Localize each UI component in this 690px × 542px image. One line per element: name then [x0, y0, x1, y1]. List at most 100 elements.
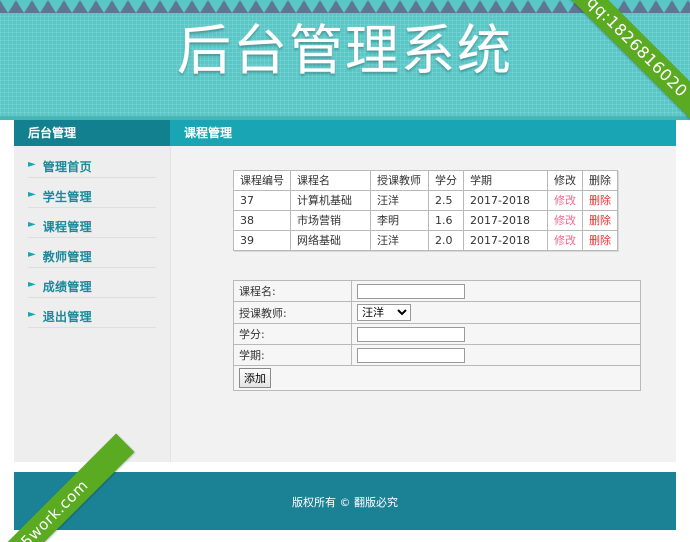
cell-credit: 2.5: [428, 190, 464, 211]
form-row-term: 学期:: [233, 344, 641, 366]
th-course-name: 课程名: [290, 170, 371, 191]
cell-delete: 删除: [582, 190, 618, 211]
cell-term: 2017-2018: [463, 190, 548, 211]
delete-course-link[interactable]: 删除: [589, 214, 611, 227]
sidebar-nav: ► 管理首页 ► 学生管理 ► 课程管理 ► 教师管理 ► 成绩管理 ► 退出管理: [14, 146, 170, 462]
arrow-right-icon: ►: [28, 159, 36, 170]
sawtooth-tooth: [400, 0, 416, 13]
arrow-right-icon: ►: [28, 279, 36, 290]
field-course-name: [351, 280, 641, 302]
sawtooth-tooth: [192, 0, 208, 13]
table-row: 39 网络基础 汪洋 2.0 2017-2018 修改 删除: [233, 230, 618, 251]
sidebar-item-label: 退出管理: [42, 309, 92, 324]
form-row-teacher: 授课教师: 汪洋李明: [233, 301, 641, 324]
label-term: 学期:: [233, 344, 352, 366]
edit-course-link[interactable]: 修改: [554, 234, 576, 247]
arrow-right-icon: ►: [28, 249, 36, 260]
cell-term: 2017-2018: [463, 230, 548, 251]
sawtooth-tooth: [240, 0, 256, 13]
field-credit: [351, 323, 641, 345]
sidebar-item-2[interactable]: ► 学生管理: [28, 184, 156, 208]
th-edit: 修改: [547, 170, 583, 191]
body-wrapper: ► 管理首页 ► 学生管理 ► 课程管理 ► 教师管理 ► 成绩管理 ► 退出管理 课程编号 课程名 …: [0, 146, 690, 462]
sidebar-item-3[interactable]: ► 课程管理: [28, 214, 156, 238]
sawtooth-tooth: [352, 0, 368, 13]
cell-submit: 添加: [233, 365, 641, 391]
delete-course-link[interactable]: 删除: [589, 234, 611, 247]
sidebar-item-label: 学生管理: [42, 189, 92, 204]
sidebar-item-1[interactable]: ► 管理首页: [28, 154, 156, 178]
sawtooth-tooth: [640, 0, 656, 13]
label-credit: 学分:: [233, 323, 352, 345]
sawtooth-tooth: [480, 0, 496, 13]
sidebar-item-5[interactable]: ► 成绩管理: [28, 274, 156, 298]
cell-teacher: 汪洋: [370, 230, 429, 251]
arrow-right-icon: ►: [28, 189, 36, 200]
content-title: 课程管理: [170, 120, 676, 146]
th-course-id: 课程编号: [233, 170, 291, 191]
teacher-select[interactable]: 汪洋李明: [357, 304, 411, 321]
site-header: 后台管理系统: [0, 0, 690, 120]
cell-delete: 删除: [582, 230, 618, 251]
site-footer: 版权所有 © 翻版必究: [14, 472, 676, 530]
sawtooth-tooth: [512, 0, 528, 13]
th-term: 学期: [463, 170, 548, 191]
cell-delete: 删除: [582, 210, 618, 231]
form-row-submit: 添加: [233, 365, 641, 391]
sawtooth-tooth: [64, 0, 80, 13]
sidebar-item-6[interactable]: ► 退出管理: [28, 304, 156, 328]
course-table-head: 课程编号 课程名 授课教师 学分 学期 修改 删除: [233, 170, 618, 191]
sawtooth-tooth: [432, 0, 448, 13]
sawtooth-tooth: [672, 0, 688, 13]
sawtooth-tooth: [144, 0, 160, 13]
sawtooth-tooth: [0, 0, 16, 13]
sawtooth-tooth: [656, 0, 672, 13]
sawtooth-tooth: [336, 0, 352, 13]
add-course-form: 课程名: 授课教师: 汪洋李明 学分:: [233, 280, 641, 391]
page-root: 后台管理系统 qq:1826816020 后台管理 课程管理 ► 管理首页 ► 学生管…: [0, 0, 690, 542]
sidebar-item-label: 管理首页: [42, 159, 92, 174]
sawtooth-tooth: [96, 0, 112, 13]
course-table-body: 37 计算机基础 汪洋 2.5 2017-2018 修改 删除 38 市场营销 李明 1.6 2017…: [233, 190, 618, 251]
th-teacher: 授课教师: [370, 170, 429, 191]
course-name-input[interactable]: [357, 283, 465, 299]
table-row: 37 计算机基础 汪洋 2.5 2017-2018 修改 删除: [233, 190, 618, 211]
cell-term: 2017-2018: [463, 210, 548, 231]
sawtooth-tooth: [272, 0, 288, 13]
cell-credit: 2.0: [428, 230, 464, 251]
cell-teacher: 汪洋: [370, 190, 429, 211]
sidebar-item-label: 成绩管理: [42, 279, 92, 294]
sawtooth-tooth: [416, 0, 432, 13]
sidebar-item-4[interactable]: ► 教师管理: [28, 244, 156, 268]
sidebar-item-label: 课程管理: [42, 219, 92, 234]
label-teacher: 授课教师:: [233, 301, 352, 324]
delete-course-link[interactable]: 删除: [589, 194, 611, 207]
sawtooth-tooth: [464, 0, 480, 13]
edit-course-link[interactable]: 修改: [554, 194, 576, 207]
sawtooth-tooth: [304, 0, 320, 13]
credit-input[interactable]: [357, 326, 465, 342]
cell-course-name: 计算机基础: [290, 190, 371, 211]
cell-credit: 1.6: [428, 210, 464, 231]
edit-course-link[interactable]: 修改: [554, 214, 576, 227]
sawtooth-tooth: [368, 0, 384, 13]
cell-edit: 修改: [547, 230, 583, 251]
sawtooth-tooth: [112, 0, 128, 13]
sawtooth-tooth: [80, 0, 96, 13]
sawtooth-tooth: [320, 0, 336, 13]
cell-teacher: 李明: [370, 210, 429, 231]
cell-course-name: 网络基础: [290, 230, 371, 251]
sawtooth-tooth: [160, 0, 176, 13]
sidebar-item-label: 教师管理: [42, 249, 92, 264]
sawtooth-tooth: [544, 0, 560, 13]
form-row-credit: 学分:: [233, 323, 641, 345]
cell-edit: 修改: [547, 190, 583, 211]
add-course-button[interactable]: 添加: [239, 368, 271, 388]
cell-edit: 修改: [547, 210, 583, 231]
term-input[interactable]: [357, 347, 465, 363]
course-table: 课程编号 课程名 授课教师 学分 学期 修改 删除 37 计算机基础 汪洋 2.5 20…: [233, 170, 618, 251]
section-header-row: 后台管理 课程管理: [0, 120, 690, 146]
sawtooth-tooth: [224, 0, 240, 13]
cell-course-name: 市场营销: [290, 210, 371, 231]
